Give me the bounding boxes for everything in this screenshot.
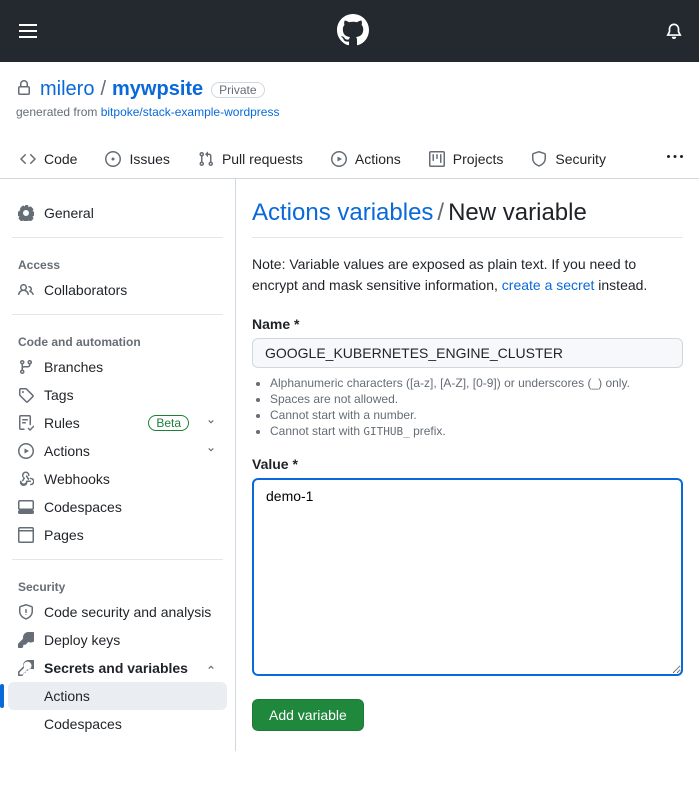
tab-more-icon[interactable] bbox=[659, 139, 691, 178]
lock-icon bbox=[16, 80, 32, 99]
create-secret-link[interactable]: create a secret bbox=[502, 277, 595, 293]
chevron-down-icon bbox=[205, 415, 217, 431]
page-title: Actions variables/New variable bbox=[252, 199, 683, 227]
tab-issues[interactable]: Issues bbox=[93, 141, 181, 177]
sidebar-sub-codespaces[interactable]: Codespaces bbox=[8, 710, 227, 738]
github-logo-icon[interactable] bbox=[337, 14, 369, 49]
topbar bbox=[0, 0, 699, 62]
sidebar-item-webhooks[interactable]: Webhooks bbox=[8, 465, 227, 493]
sidebar-item-general[interactable]: General bbox=[8, 199, 227, 227]
notifications-icon[interactable] bbox=[665, 21, 683, 42]
sidebar-group-security: Security bbox=[8, 570, 227, 598]
repo-nav: Code Issues Pull requests Actions Projec… bbox=[0, 139, 699, 179]
sidebar-item-pages[interactable]: Pages bbox=[8, 521, 227, 549]
tab-projects[interactable]: Projects bbox=[417, 141, 516, 177]
value-label: Value * bbox=[252, 456, 683, 472]
sidebar-item-branches[interactable]: Branches bbox=[8, 353, 227, 381]
sidebar-item-codespaces[interactable]: Codespaces bbox=[8, 493, 227, 521]
sidebar-item-code-security[interactable]: Code security and analysis bbox=[8, 598, 227, 626]
name-input[interactable] bbox=[252, 338, 683, 368]
tab-actions[interactable]: Actions bbox=[319, 141, 413, 177]
tab-security[interactable]: Security bbox=[519, 141, 618, 177]
note: Note: Variable values are exposed as pla… bbox=[252, 254, 683, 296]
generated-from: generated from bitpoke/stack-example-wor… bbox=[16, 105, 683, 119]
template-link[interactable]: bitpoke/stack-example-wordpress bbox=[101, 105, 280, 119]
sidebar-group-access: Access bbox=[8, 248, 227, 276]
repo-header: milero / mywpsite Private generated from… bbox=[0, 62, 699, 127]
chevron-up-icon bbox=[205, 660, 217, 676]
actions-variables-link[interactable]: Actions variables bbox=[252, 199, 433, 226]
add-variable-button[interactable]: Add variable bbox=[252, 699, 364, 731]
sidebar-item-collaborators[interactable]: Collaborators bbox=[8, 276, 227, 304]
beta-badge: Beta bbox=[148, 415, 189, 431]
menu-icon[interactable] bbox=[16, 19, 40, 43]
sidebar-sub-actions[interactable]: Actions bbox=[8, 682, 227, 710]
repo-name-link[interactable]: mywpsite bbox=[112, 78, 203, 101]
tab-code[interactable]: Code bbox=[8, 141, 89, 177]
sidebar-item-deploy-keys[interactable]: Deploy keys bbox=[8, 626, 227, 654]
main-content: Actions variables/New variable Note: Var… bbox=[236, 179, 699, 751]
sidebar-item-actions[interactable]: Actions bbox=[8, 437, 227, 465]
sidebar-item-rules[interactable]: Rules Beta bbox=[8, 409, 227, 437]
chevron-down-icon bbox=[205, 443, 217, 459]
sidebar-group-code: Code and automation bbox=[8, 325, 227, 353]
value-input[interactable] bbox=[252, 478, 683, 676]
sidebar-item-secrets[interactable]: Secrets and variables bbox=[8, 654, 227, 682]
tab-pull-requests[interactable]: Pull requests bbox=[186, 141, 315, 177]
visibility-badge: Private bbox=[211, 82, 264, 98]
repo-owner-link[interactable]: milero bbox=[40, 78, 94, 101]
sidebar-item-tags[interactable]: Tags bbox=[8, 381, 227, 409]
name-hints: Alphanumeric characters ([a-z], [A-Z], [… bbox=[252, 368, 683, 438]
settings-sidebar: General Access Collaborators Code and au… bbox=[0, 179, 236, 751]
name-label: Name * bbox=[252, 316, 683, 332]
